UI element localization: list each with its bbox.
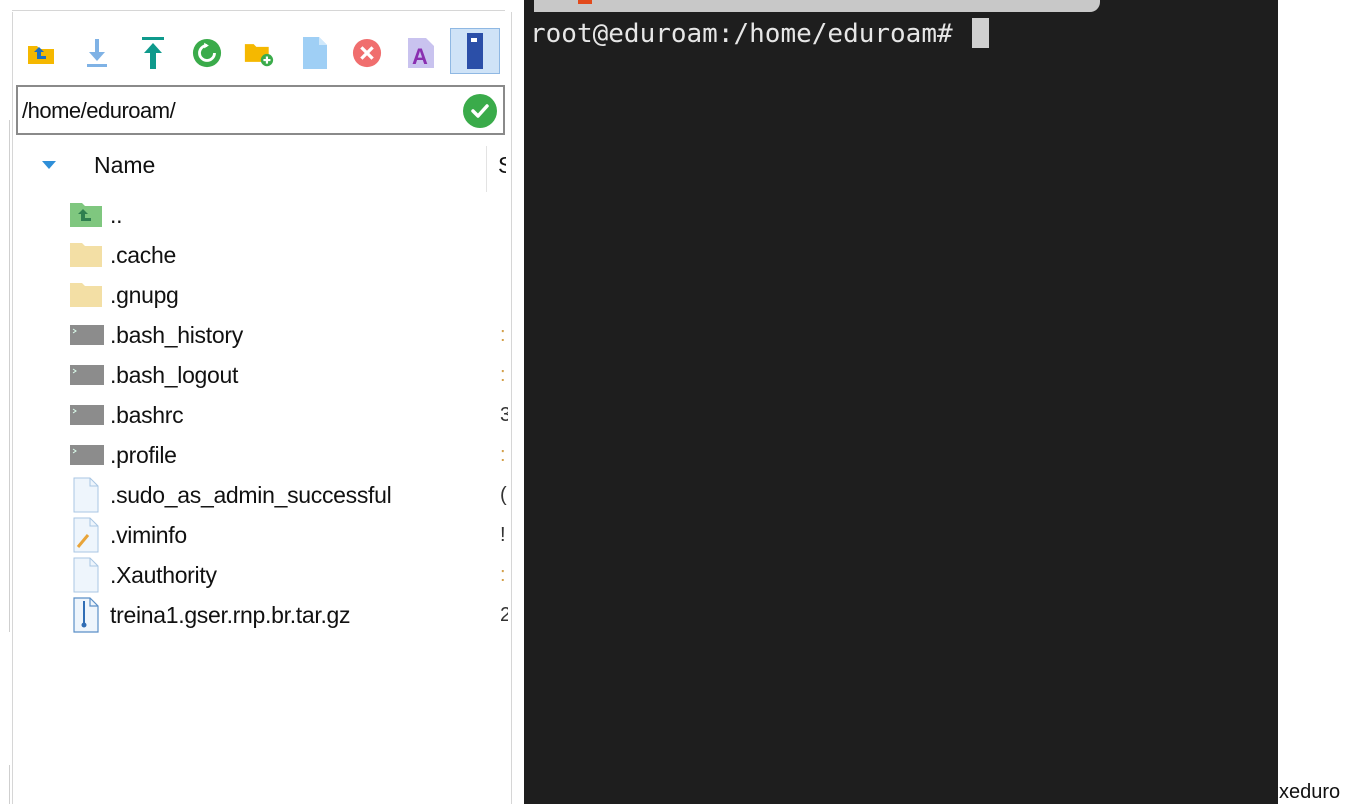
window-edge xyxy=(9,120,10,632)
folder-icon xyxy=(70,240,106,270)
svg-text:A: A xyxy=(412,44,428,69)
file-size: : xyxy=(500,564,506,586)
file-name: .cache xyxy=(110,241,176,268)
file-row[interactable]: .viminfo xyxy=(70,515,510,555)
file-row[interactable]: .bash_logout xyxy=(70,355,510,395)
file-row[interactable]: treina1.gser.rnp.br.tar.gz xyxy=(70,595,510,635)
file-list-header: Name S xyxy=(12,140,510,192)
path-bar xyxy=(16,85,505,135)
file-row[interactable]: .bashrc xyxy=(70,395,510,435)
shell-file-icon xyxy=(70,320,106,350)
delete-icon xyxy=(352,38,382,68)
file-size: 3 xyxy=(500,404,508,426)
file-row[interactable]: .bash_history xyxy=(70,315,510,355)
terminal-prompt: root@eduroam:/home/eduroam# xyxy=(530,19,953,49)
file-name: .gnupg xyxy=(110,281,179,308)
file-name: .. xyxy=(110,201,123,228)
file-row[interactable]: .profile xyxy=(70,435,510,475)
file-row[interactable]: .. xyxy=(70,195,510,235)
shell-file-icon xyxy=(70,360,106,390)
rename-button[interactable]: A xyxy=(406,34,436,72)
new-file-button[interactable] xyxy=(300,34,330,72)
archive-file-icon xyxy=(70,597,106,633)
blank-file-icon xyxy=(70,477,106,513)
file-row[interactable]: .Xauthority xyxy=(70,555,510,595)
terminal-cursor xyxy=(972,18,990,48)
path-input[interactable] xyxy=(22,97,452,125)
column-divider[interactable] xyxy=(486,146,487,192)
taskbar-label: xeduro xyxy=(1279,781,1341,803)
parent-directory-icon xyxy=(28,46,54,64)
column-header-size[interactable]: S xyxy=(498,152,506,179)
properties-icon xyxy=(467,33,483,69)
column-header-name[interactable]: Name xyxy=(94,152,155,179)
file-name: .sudo_as_admin_successful xyxy=(110,481,392,508)
file-name: .bash_history xyxy=(110,321,243,348)
panel-top-border xyxy=(12,0,505,11)
terminal-tab-indicator xyxy=(578,0,592,4)
go-to-path-button[interactable] xyxy=(463,94,497,128)
window-edge xyxy=(9,765,10,804)
refresh-button[interactable] xyxy=(192,34,222,72)
file-size: ! xyxy=(500,524,506,546)
file-size: 2 xyxy=(500,604,508,626)
file-name: .profile xyxy=(110,441,177,468)
download-icon xyxy=(87,39,107,67)
checkmark-icon xyxy=(471,104,489,118)
new-folder-icon xyxy=(244,44,274,67)
terminal-tab[interactable] xyxy=(534,0,1100,12)
parent-folder-icon xyxy=(70,200,106,230)
file-name: .bashrc xyxy=(110,401,184,428)
sftp-toolbar: A xyxy=(12,18,510,78)
new-folder-button[interactable] xyxy=(244,34,274,72)
terminal-prompt-line: root@eduroam:/home/eduroam# xyxy=(530,18,990,49)
new-file-icon xyxy=(303,37,327,69)
text-file-icon xyxy=(70,517,106,553)
file-name: treina1.gser.rnp.br.tar.gz xyxy=(110,601,351,628)
file-name: .bash_logout xyxy=(110,361,239,388)
file-name: .Xauthority xyxy=(110,561,217,588)
upload-icon xyxy=(142,37,164,69)
file-size: : xyxy=(500,324,506,346)
folder-icon xyxy=(70,280,106,310)
parent-directory-button[interactable] xyxy=(26,34,56,72)
blank-file-icon xyxy=(70,557,106,593)
file-size: : xyxy=(500,444,506,466)
properties-button[interactable] xyxy=(450,28,500,74)
refresh-icon xyxy=(192,38,222,68)
terminal-pane[interactable] xyxy=(524,0,1278,804)
delete-button[interactable] xyxy=(352,34,382,72)
sort-descending-icon[interactable] xyxy=(42,161,56,169)
upload-button[interactable] xyxy=(138,34,168,72)
rename-icon: A xyxy=(408,38,434,69)
shell-file-icon xyxy=(70,440,106,470)
file-row[interactable]: .gnupg xyxy=(70,275,510,315)
file-size: : xyxy=(500,364,506,386)
file-name: .viminfo xyxy=(110,521,187,548)
file-size: ( xyxy=(500,484,507,506)
file-row[interactable]: .cache xyxy=(70,235,510,275)
file-row[interactable]: .sudo_as_admin_successful xyxy=(70,475,510,515)
shell-file-icon xyxy=(70,400,106,430)
download-button[interactable] xyxy=(82,34,112,72)
